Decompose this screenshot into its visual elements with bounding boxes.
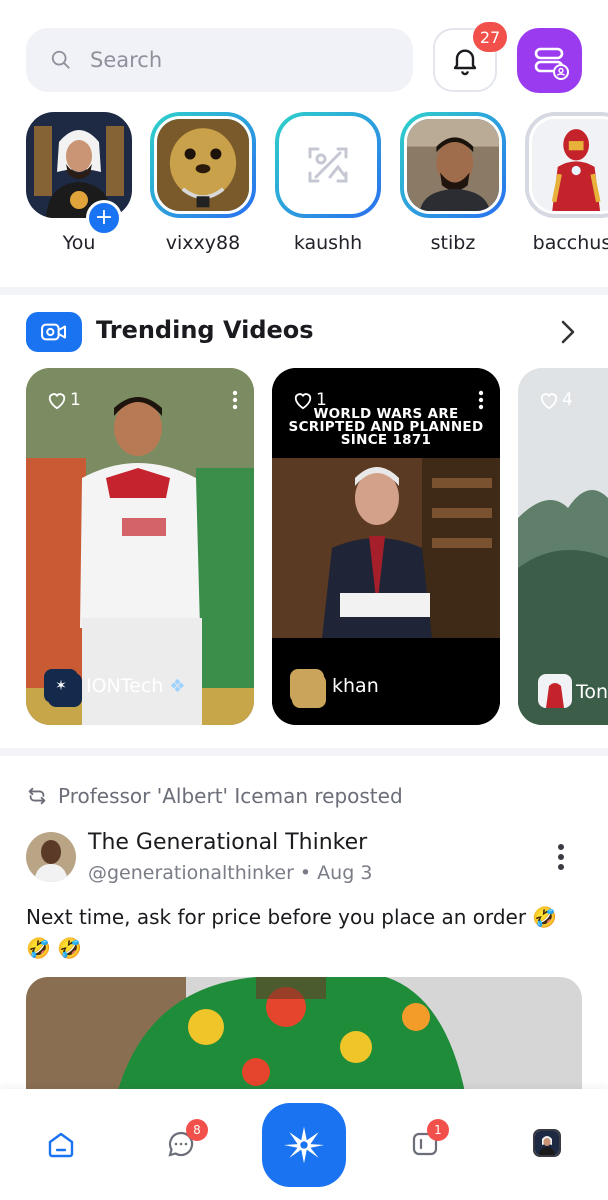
story-bacchus2[interactable]: bacchus2 bbox=[525, 112, 608, 254]
like-count-value: 4 bbox=[562, 390, 573, 410]
owner-avatar: ✶ bbox=[44, 669, 78, 703]
story-vixxy88[interactable]: vixxy88 bbox=[150, 112, 256, 254]
verified-icon: ❖ bbox=[169, 675, 186, 697]
story-vixxy88-avatar bbox=[157, 119, 249, 211]
video-card[interactable]: 4 Ton bbox=[518, 368, 608, 725]
like-count[interactable]: 1 bbox=[46, 390, 81, 410]
heart-icon bbox=[48, 393, 66, 410]
search-input[interactable]: Search bbox=[90, 48, 162, 72]
repost-indicator: Professor 'Albert' Iceman reposted bbox=[26, 784, 403, 808]
menu-profile-icon bbox=[534, 47, 569, 80]
story-name: kaushh bbox=[293, 232, 363, 254]
trending-videos-title: Trending Videos bbox=[96, 316, 314, 344]
home-icon[interactable] bbox=[46, 1129, 76, 1159]
like-count-value: 1 bbox=[70, 390, 81, 410]
story-kaushh[interactable]: kaushh bbox=[275, 112, 381, 254]
owner-name: IONTech bbox=[86, 675, 164, 697]
profile-avatar[interactable] bbox=[533, 1129, 561, 1157]
video-camera-icon bbox=[26, 312, 82, 352]
story-stibz[interactable]: stibz bbox=[400, 112, 506, 254]
bell-icon bbox=[453, 49, 477, 76]
search-icon bbox=[51, 50, 70, 69]
section-divider bbox=[0, 748, 608, 756]
messages-badge: 8 bbox=[186, 1119, 208, 1141]
create-post-button[interactable] bbox=[262, 1103, 346, 1187]
image-placeholder-icon bbox=[308, 147, 348, 183]
section-divider bbox=[0, 287, 608, 295]
like-count-value: 1 bbox=[316, 390, 327, 410]
add-story-button[interactable]: + bbox=[86, 200, 122, 236]
video-card[interactable]: 1 ✶ IONTech ❖ bbox=[26, 368, 254, 725]
like-count[interactable]: 4 bbox=[538, 390, 573, 410]
stories-row: + You vixxy88 kaushh stibz bacchus bbox=[0, 112, 608, 272]
post-media-image[interactable] bbox=[26, 977, 582, 1097]
author-handle-date: @generationalthinker • Aug 3 bbox=[88, 862, 373, 884]
like-count[interactable]: 1 bbox=[292, 390, 327, 410]
menu-button[interactable] bbox=[517, 28, 582, 93]
post-text: Next time, ask for price before you plac… bbox=[26, 905, 558, 960]
story-you-avatar bbox=[26, 112, 132, 218]
video-owner[interactable]: khan bbox=[290, 669, 379, 703]
search-bar[interactable]: Search bbox=[26, 28, 413, 92]
chevron-right-icon[interactable] bbox=[556, 318, 580, 346]
author-name[interactable]: The Generational Thinker bbox=[88, 830, 367, 855]
owner-name: khan bbox=[332, 675, 379, 697]
notification-count-badge: 27 bbox=[473, 22, 507, 52]
more-options-icon[interactable] bbox=[557, 843, 565, 871]
more-options-icon[interactable] bbox=[478, 390, 484, 410]
story-name: stibz bbox=[430, 232, 476, 254]
story-stibz-avatar bbox=[407, 119, 499, 211]
story-bacchus2-avatar bbox=[532, 119, 608, 211]
repost-icon bbox=[28, 787, 46, 805]
heart-icon bbox=[294, 393, 312, 410]
more-options-icon[interactable] bbox=[232, 390, 238, 410]
story-name: You bbox=[62, 232, 96, 254]
heart-icon bbox=[540, 393, 558, 410]
owner-avatar bbox=[290, 669, 324, 703]
video-owner[interactable]: ✶ IONTech ❖ bbox=[44, 669, 185, 703]
story-name: vixxy88 bbox=[165, 232, 241, 254]
video-thumbnail bbox=[518, 368, 608, 725]
author-avatar[interactable] bbox=[26, 832, 76, 882]
video-owner[interactable]: Ton bbox=[576, 681, 608, 703]
star-logo-icon bbox=[283, 1126, 325, 1164]
video-card[interactable]: WORLD WARS ARE SCRIPTED AND PLANNED SINC… bbox=[272, 368, 500, 725]
story-name: bacchus2 bbox=[532, 232, 608, 254]
story-you[interactable]: + You bbox=[26, 112, 132, 254]
inbox-badge: 1 bbox=[427, 1119, 449, 1141]
owner-name: Ton bbox=[576, 681, 608, 703]
repost-label: Professor 'Albert' Iceman reposted bbox=[58, 784, 403, 808]
video-headline: WORLD WARS ARE SCRIPTED AND PLANNED SINC… bbox=[288, 406, 484, 448]
